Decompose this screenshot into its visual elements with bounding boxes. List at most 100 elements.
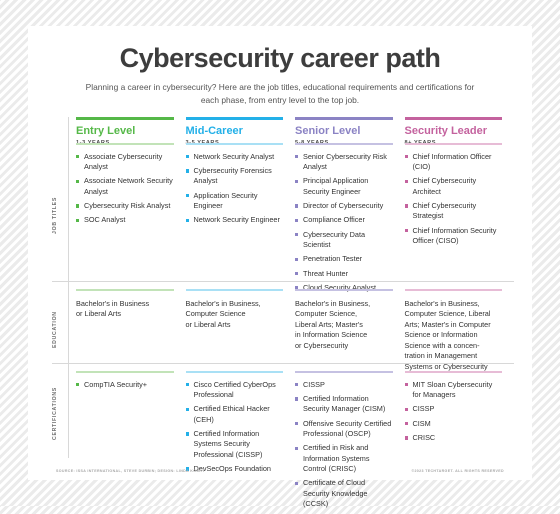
job-title-item-list: Chief Information Officer (CIO) Chief Cyb…: [404, 145, 503, 247]
phase-name: Entry Level: [76, 125, 136, 137]
certification-item: Certified Ethical Hacker (CEH): [185, 404, 284, 425]
job-title-item: Director of Cybersecurity: [295, 201, 393, 211]
infographic-card: Cybersecurity career path Planning a car…: [28, 26, 532, 508]
certification-item-list: MIT Sloan Cybersecurity for Managers CISS…: [404, 373, 503, 444]
phase-column-entry-level: Entry Level1-3 YEARSAssociate Cybersecur…: [76, 117, 186, 458]
certification-item-list: Cisco Certified CyberOps Professional Cer…: [185, 373, 284, 475]
job-title-item-label: Chief Cybersecurity Strategist: [412, 201, 477, 221]
job-title-item-label: Chief Information Officer (CIO): [412, 151, 492, 171]
phase-column-senior-level: Senior Level5-8 YEARSSenior Cybersecurit…: [295, 117, 405, 508]
square-bullet-icon: [185, 169, 189, 173]
job-title-item: Cybersecurity Risk Analyst: [76, 201, 174, 211]
square-bullet-icon: [404, 421, 408, 426]
job-title-item: Chief Cybersecurity Architect: [404, 176, 503, 197]
job-title-item: Chief Cybersecurity Strategist: [404, 201, 503, 222]
certification-item: CompTIA Security+: [76, 380, 174, 390]
job-title-item: Principal Application Security Engineer: [295, 176, 393, 197]
phase-column-security-leader: Security Leader8+ YEARSChief Information…: [404, 117, 515, 458]
job-title-item-label: Penetration Tester: [303, 254, 363, 264]
job-title-item: Threat Hunter: [295, 269, 393, 279]
phase-name: Security Leader: [404, 125, 488, 137]
job-title-item-label: Cybersecurity Risk Analyst: [84, 201, 171, 211]
page-subtitle: Planning a career in cybersecurity? Here…: [85, 82, 475, 106]
square-bullet-icon: [185, 193, 189, 198]
certification-item-label: Offensive Security Certified Professiona…: [303, 418, 392, 439]
section-certifications: CompTIA Security+: [76, 371, 174, 394]
certification-item-list: CompTIA Security+: [76, 373, 174, 390]
job-title-item: Cybersecurity Forensics Analyst: [185, 165, 284, 187]
square-bullet-icon: [295, 232, 299, 237]
job-title-item: Chief Information Security Officer (CISO…: [404, 226, 503, 247]
phase-accent-bar: [76, 117, 174, 120]
section-education: Bachelor's in Business, Computer Science…: [404, 289, 502, 373]
certification-item: Certified Information Systems Security P…: [185, 429, 284, 460]
square-bullet-icon: [404, 382, 408, 387]
phase-accent-bar: [295, 117, 393, 120]
job-title-item-label: Application Security Engineer: [193, 190, 258, 211]
certification-item-label: Certificate of Cloud Security Knowledge …: [303, 478, 368, 509]
section-job-titles: Chief Information Officer (CIO) Chief Cyb…: [404, 143, 503, 250]
job-title-item: Network Security Engineer: [185, 215, 284, 225]
square-bullet-icon: [76, 179, 80, 183]
phase-name: Mid-Career: [185, 125, 243, 137]
footer-source: SOURCE: ISSA INTERNATIONAL, STEVE DURBIN…: [56, 469, 205, 473]
square-bullet-icon: [295, 257, 299, 262]
header: Cybersecurity career path Planning a car…: [28, 26, 532, 107]
square-bullet-icon: [295, 397, 299, 401]
square-bullet-icon: [295, 481, 299, 486]
certification-item-label: CISSP: [412, 404, 435, 414]
section-job-titles: Associate Cybersecurity Analyst Associate…: [76, 143, 174, 230]
section-education: Bachelor's in Business or Liberal Arts: [76, 289, 174, 320]
certification-item: CISM: [404, 418, 503, 429]
job-title-item-label: Cybersecurity Data Scientist: [303, 229, 366, 250]
certification-item-label: CompTIA Security+: [84, 379, 148, 389]
section-certifications: Cisco Certified CyberOps Professional Cer…: [185, 371, 284, 478]
section-education: Bachelor's in Business, Computer Science…: [185, 289, 283, 330]
job-title-item-label: Threat Hunter: [303, 268, 349, 278]
job-title-item-label: Principal Application Security Engineer: [303, 176, 369, 196]
job-title-item: SOC Analyst: [76, 215, 174, 225]
job-title-item-list: Senior Cybersecurity Risk Analyst Princip…: [295, 145, 393, 294]
section-job-titles: Network Security Analyst Cybersecurity Fo…: [185, 143, 284, 230]
education-text: Bachelor's in Business, Computer Science…: [295, 298, 371, 350]
job-title-item-label: SOC Analyst: [84, 215, 126, 225]
square-bullet-icon: [295, 272, 299, 276]
certification-item-label: Cisco Certified CyberOps Professional: [193, 379, 276, 399]
job-title-item: Senior Cybersecurity Risk Analyst: [295, 152, 393, 173]
square-bullet-icon: [404, 179, 408, 183]
certification-item-label: Certified Ethical Hacker (CEH): [193, 404, 270, 424]
footer-copyright: ©2023 TECHTARGET. ALL RIGHTS RESERVED: [411, 469, 504, 473]
square-bullet-icon: [404, 436, 408, 440]
square-bullet-icon: [185, 432, 189, 436]
row-label-column: JOB TITLES EDUCATION CERTIFICATIONS: [52, 117, 68, 458]
square-bullet-icon: [404, 204, 408, 208]
job-title-item: Application Security Engineer: [185, 190, 284, 212]
section-certifications: MIT Sloan Cybersecurity for Managers CISS…: [404, 371, 503, 447]
job-title-item: Compliance Officer: [295, 215, 393, 225]
phase-accent-bar: [404, 117, 502, 120]
section-education: Bachelor's in Business, Computer Science…: [295, 289, 393, 351]
certification-item-list: CISSP Certified Information Security Mana…: [295, 373, 393, 510]
certification-item: Offensive Security Certified Professiona…: [295, 419, 393, 440]
square-bullet-icon: [185, 407, 189, 411]
job-title-item: Chief Information Officer (CIO): [404, 151, 503, 173]
education-text: Bachelor's in Business or Liberal Arts: [76, 298, 150, 319]
certification-item: CRISC: [404, 433, 503, 443]
certification-item: CISSP: [404, 404, 503, 414]
job-title-item-label: Compliance Officer: [303, 215, 365, 225]
certification-item-label: CISM: [412, 418, 431, 428]
job-title-item-label: Chief Cybersecurity Architect: [412, 176, 477, 196]
vertical-divider: [68, 117, 69, 458]
job-title-item-label: Network Security Engineer: [193, 215, 280, 225]
section-certifications: CISSP Certified Information Security Mana…: [295, 371, 393, 514]
phase-columns: Entry Level1-3 YEARSAssociate Cybersecur…: [76, 117, 515, 508]
certification-item-label: Certified Information Systems Security P…: [193, 429, 263, 459]
square-bullet-icon: [295, 446, 299, 450]
certification-item-label: CRISC: [412, 433, 436, 443]
square-bullet-icon: [76, 154, 80, 159]
square-bullet-icon: [185, 218, 189, 222]
section-job-titles: Senior Cybersecurity Risk Analyst Princip…: [295, 143, 393, 298]
job-title-item-label: Associate Network Security Analyst: [84, 176, 173, 196]
footer: SOURCE: ISSA INTERNATIONAL, STEVE DURBIN…: [56, 469, 504, 473]
job-title-item-label: Cybersecurity Forensics Analyst: [193, 165, 272, 186]
